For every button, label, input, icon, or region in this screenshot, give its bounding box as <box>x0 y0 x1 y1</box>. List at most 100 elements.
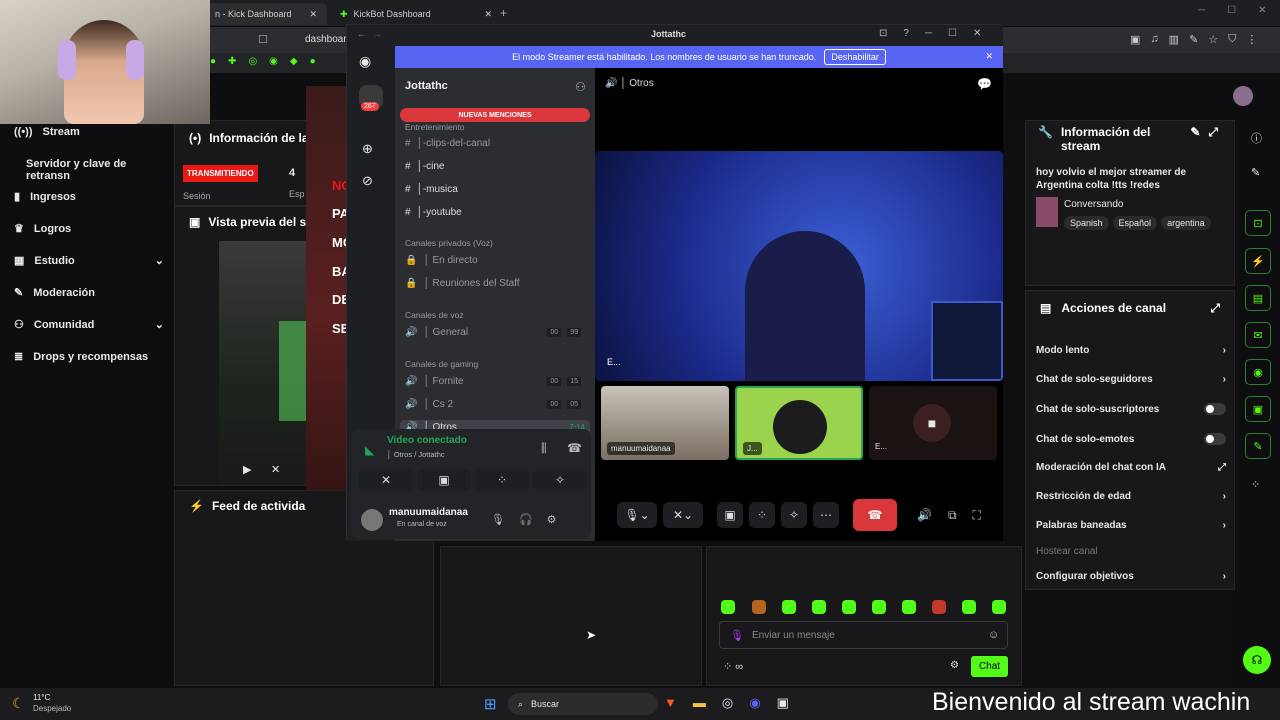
discord-logo-icon[interactable]: ◉ <box>359 53 371 70</box>
channel-item[interactable]: 🔊 │ Fornite 00 15 <box>405 376 581 387</box>
channel-item[interactable]: # │-cine <box>405 161 445 172</box>
info-icon[interactable]: ⓘ <box>1251 130 1262 146</box>
close-icon[interactable]: ✕ <box>985 51 993 62</box>
channel-item[interactable]: # │-youtube <box>405 207 462 218</box>
tool-icon[interactable]: ⊡ <box>1245 210 1271 236</box>
mute-icon[interactable]: ✕ <box>271 463 280 476</box>
windows-start-icon[interactable]: ⊞ <box>484 695 497 713</box>
category[interactable]: Canales de voz <box>405 310 464 320</box>
disconnect-button[interactable]: ☎ <box>853 499 897 531</box>
sidebar-icon[interactable]: ▥ <box>1169 33 1179 46</box>
bookmark-icon[interactable]: ✚ <box>228 56 236 67</box>
action-row[interactable]: Moderación del chat con IA ⤢ <box>1036 462 1226 473</box>
bookmark-icon[interactable]: ◆ <box>290 56 298 67</box>
gear-icon[interactable]: ⚙ <box>547 513 557 526</box>
more-button[interactable]: ⋯ <box>813 502 839 528</box>
shield-icon[interactable]: ⛉ <box>1228 33 1236 46</box>
toggle-switch[interactable] <box>1204 403 1226 415</box>
soundboard-button[interactable]: ✧ <box>533 469 587 491</box>
expand-icon[interactable]: ⤢ <box>1210 301 1220 316</box>
mic-icon[interactable]: 🎙 <box>730 629 744 642</box>
action-row[interactable]: Restricción de edad › <box>1036 491 1226 502</box>
maximize-icon[interactable]: ☐ <box>948 28 957 39</box>
help-icon[interactable]: ? <box>903 28 909 39</box>
action-row[interactable]: Modo lento › <box>1036 345 1226 356</box>
help-icon[interactable]: ☊ <box>1243 646 1271 674</box>
add-member-icon[interactable]: ⚇ <box>575 80 586 94</box>
menu-icon[interactable]: ⋮ <box>1246 33 1257 46</box>
back-icon[interactable]: ← <box>357 29 366 39</box>
emote[interactable] <box>842 600 856 614</box>
emote[interactable] <box>782 600 796 614</box>
sidebar-item-studio[interactable]: ▦ Estudio ⌄ <box>14 254 164 268</box>
extensions-icon[interactable]: ✎ <box>1189 33 1198 46</box>
activities-button[interactable]: ⁘ <box>475 469 529 491</box>
close-icon[interactable]: ✕ <box>309 9 317 20</box>
music-icon[interactable]: ♫ <box>1150 33 1158 46</box>
category[interactable]: Canales de gaming <box>405 359 478 369</box>
channel-item[interactable]: 🔊 │ Cs 2 00 05 <box>405 399 581 410</box>
bolt-icon[interactable]: ⚡ <box>1245 248 1271 274</box>
folder-icon[interactable]: ▬ <box>693 695 706 711</box>
bookmark-icon[interactable]: ● <box>310 56 316 67</box>
channel-item[interactable]: # │-clips-del-canal <box>405 138 490 149</box>
action-row[interactable]: Palabras baneadas › <box>1036 520 1226 531</box>
channel-item[interactable]: 🔒 │ En directo <box>405 255 478 266</box>
sidebar-item-community[interactable]: ⚇ Comunidad ⌄ <box>14 318 164 332</box>
camera-button[interactable]: ✕⌄ <box>663 502 703 528</box>
app-icon[interactable]: ▣ <box>777 695 789 711</box>
popout-icon[interactable]: ⧉ <box>948 508 957 523</box>
play-icon[interactable]: ▶ <box>243 463 251 476</box>
main-video-tile[interactable]: E... <box>595 151 1003 381</box>
participant-tile[interactable]: ■ E... <box>869 386 997 460</box>
disable-button[interactable]: Deshabilitar <box>824 49 886 65</box>
sidebar-item-drops[interactable]: ≣ Drops y recompensas <box>14 350 148 364</box>
screen-share-button[interactable]: ▣ <box>417 469 471 491</box>
bookmark-icon[interactable]: ◎ <box>248 56 257 67</box>
disconnect-icon[interactable]: ☎ <box>567 441 582 455</box>
wrench-icon[interactable]: ✎ <box>1245 433 1271 459</box>
edit-icon[interactable]: ✎ <box>1190 125 1200 153</box>
action-row[interactable]: Chat de solo-seguidores › <box>1036 374 1226 385</box>
mic-icon[interactable]: 🎙 <box>491 513 505 526</box>
minimize-icon[interactable]: ─ <box>1198 5 1205 16</box>
avatar[interactable] <box>361 509 383 531</box>
add-server-icon[interactable]: ⊕ <box>362 141 373 157</box>
tab-kick-dashboard[interactable]: n - Kick Dashboard ✕ <box>205 3 327 25</box>
camera-off-button[interactable]: ✕ <box>359 469 413 491</box>
emote[interactable] <box>721 600 735 614</box>
headphones-icon[interactable]: 🎧 <box>519 513 533 526</box>
emote[interactable] <box>902 600 916 614</box>
infinity-icon[interactable]: ⁘ ∞ <box>723 660 743 673</box>
emote[interactable] <box>872 600 886 614</box>
noise-icon[interactable]: ⫼ <box>541 441 547 456</box>
forward-icon[interactable]: → <box>373 29 382 39</box>
activities-button[interactable]: ⁘ <box>749 502 775 528</box>
avatar[interactable] <box>1233 86 1253 106</box>
close-icon[interactable]: ✕ <box>484 9 492 20</box>
sidebar-item-stream[interactable]: ((•)) Stream <box>14 126 80 138</box>
volume-icon[interactable]: 🔊 <box>917 508 932 523</box>
soundboard-button[interactable]: ✧ <box>781 502 807 528</box>
chat-input[interactable]: 🎙 Enviar un mensaje ☺ <box>719 621 1008 649</box>
gear-icon[interactable]: ⚙ <box>950 660 959 671</box>
toggle-switch[interactable] <box>1204 433 1226 445</box>
brave-icon[interactable]: ▼ <box>664 695 677 711</box>
emote[interactable] <box>752 600 766 614</box>
participant-tile-speaking[interactable]: J... <box>735 386 863 460</box>
users-icon[interactable]: ⁘ <box>1251 478 1260 491</box>
channel-item[interactable]: 🔒 │ Reuniones del Staff <box>405 278 520 289</box>
channel-item[interactable]: # │-musica <box>405 184 458 195</box>
bookmark-icon[interactable]: ☐ <box>258 33 268 46</box>
new-tab-icon[interactable]: + <box>500 6 507 20</box>
document-icon[interactable]: ▤ <box>1245 285 1271 311</box>
close-icon[interactable]: ✕ <box>973 28 981 39</box>
close-icon[interactable]: ✕ <box>1258 5 1266 16</box>
list-icon[interactable]: ▣ <box>1245 396 1271 422</box>
participant-tile[interactable]: manuumaidanaa <box>601 386 729 460</box>
screen-share-button[interactable]: ▣ <box>717 502 743 528</box>
new-mentions-banner[interactable]: NUEVAS MENCIONES <box>400 108 590 122</box>
server-name[interactable]: Jottathc <box>405 80 448 92</box>
action-row[interactable]: Configurar objetivos › <box>1036 571 1226 582</box>
channel-item[interactable]: 🔊 │ General 00 99 <box>405 327 581 338</box>
